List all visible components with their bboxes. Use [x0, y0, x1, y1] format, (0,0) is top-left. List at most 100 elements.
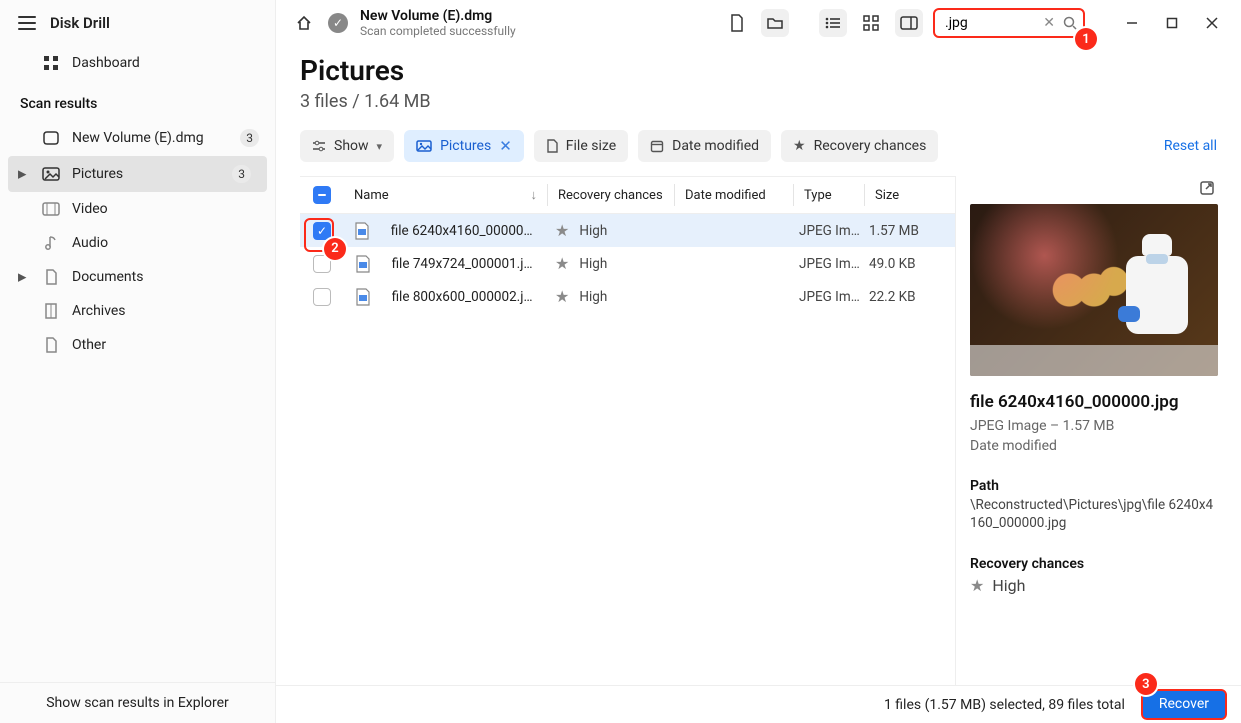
show-in-explorer-button[interactable]: Show scan results in Explorer: [0, 682, 275, 723]
folder-view-icon[interactable]: [761, 9, 789, 37]
chevron-right-icon: ▶: [18, 271, 26, 284]
volume-title: New Volume (E).dmg: [360, 8, 516, 24]
home-icon[interactable]: [290, 9, 318, 37]
status-bar: 1 files (1.57 MB) selected, 89 files tot…: [276, 685, 1241, 723]
filter-bar: Show ▾ Pictures ✕ File size Date modifie…: [300, 130, 1217, 162]
jpeg-file-icon: [354, 288, 372, 306]
file-size: 22.2 KB: [859, 289, 949, 305]
sidebar-item-label: Video: [72, 201, 108, 217]
preview-date-label: Date modified: [970, 438, 1217, 454]
filesize-filter[interactable]: File size: [534, 130, 628, 162]
chip-label: Pictures: [440, 138, 491, 154]
chip-label: File size: [566, 138, 616, 154]
recover-button[interactable]: Recover: [1141, 689, 1227, 720]
document-icon: [42, 269, 60, 285]
file-type: JPEG Im…: [789, 256, 859, 272]
sidebar-item-archives[interactable]: Archives: [0, 294, 275, 328]
recovery-value: High: [579, 223, 607, 239]
list-view-icon[interactable]: [819, 9, 847, 37]
sidebar-item-label: Documents: [72, 269, 143, 285]
clear-search-icon[interactable]: ✕: [1043, 15, 1055, 31]
file-icon: [42, 337, 60, 353]
menu-icon[interactable]: [18, 16, 36, 30]
file-table: Name↓ Recovery chances Date modified Typ…: [300, 176, 955, 723]
film-icon: [42, 202, 60, 216]
sliders-icon: [312, 140, 326, 152]
sidebar: Disk Drill Dashboard Scan results New Vo…: [0, 0, 276, 723]
grid-view-icon[interactable]: [857, 9, 885, 37]
column-size[interactable]: Size: [865, 188, 955, 203]
select-all-checkbox[interactable]: [313, 186, 331, 204]
file-size: 49.0 KB: [859, 256, 949, 272]
file-type: JPEG Im…: [789, 289, 859, 305]
chip-label: Show: [334, 138, 369, 154]
popout-icon[interactable]: [1199, 180, 1215, 196]
star-icon: ★: [555, 287, 569, 306]
sidebar-item-dashboard[interactable]: Dashboard: [0, 46, 275, 80]
page-title: Pictures: [300, 54, 1217, 87]
row-checkbox[interactable]: [313, 288, 331, 306]
column-recovery[interactable]: Recovery chances: [548, 188, 674, 203]
chevron-down-icon: ▾: [377, 140, 383, 153]
sidebar-heading-scan-results: Scan results: [0, 88, 275, 120]
sidebar-item-documents[interactable]: ▶ Documents: [0, 260, 275, 294]
preview-path: \Reconstructed\Pictures\jpg\file 6240x41…: [970, 496, 1217, 532]
drive-icon: [42, 131, 60, 145]
sidebar-item-other[interactable]: Other: [0, 328, 275, 362]
preview-pane-icon[interactable]: [895, 9, 923, 37]
sidebar-item-label: Archives: [72, 303, 126, 319]
image-icon: [42, 167, 60, 181]
preview-rc-value: High: [992, 576, 1025, 595]
show-filter[interactable]: Show ▾: [300, 130, 394, 162]
scan-status-icon: ✓: [328, 13, 348, 33]
row-checkbox[interactable]: ✓: [313, 222, 331, 240]
sidebar-item-label: Other: [72, 337, 106, 353]
callout-2: 2: [324, 238, 346, 260]
recoverychances-filter[interactable]: ★ Recovery chances: [781, 130, 938, 162]
table-row[interactable]: file 749x724_000001.jpg ★High JPEG Im… 4…: [300, 247, 955, 280]
pictures-filter[interactable]: Pictures ✕: [404, 130, 524, 162]
preview-thumbnail: [970, 204, 1218, 376]
file-name: file 749x724_000001.jpg: [392, 256, 535, 272]
recovery-value: High: [579, 256, 607, 272]
datemodified-filter[interactable]: Date modified: [638, 130, 771, 162]
sidebar-item-volume[interactable]: New Volume (E).dmg 3: [0, 120, 275, 156]
image-icon: [416, 140, 432, 152]
sidebar-item-video[interactable]: Video: [0, 192, 275, 226]
minimize-button[interactable]: [1117, 9, 1147, 37]
selection-status: 1 files (1.57 MB) selected, 89 files tot…: [884, 697, 1125, 713]
chip-label: Date modified: [672, 138, 759, 154]
sidebar-badge: 3: [232, 165, 251, 183]
chip-label: Recovery chances: [814, 138, 927, 154]
calendar-icon: [650, 139, 664, 153]
column-date[interactable]: Date modified: [675, 188, 793, 203]
search-icon[interactable]: [1063, 16, 1077, 30]
sidebar-item-audio[interactable]: Audio: [0, 226, 275, 260]
file-name: file 6240x4160_000000....: [391, 223, 535, 239]
chevron-right-icon: ▶: [18, 168, 26, 181]
column-type[interactable]: Type: [794, 188, 864, 203]
reset-all-button[interactable]: Reset all: [1164, 138, 1217, 154]
star-icon: ★: [970, 576, 984, 595]
table-row[interactable]: file 800x600_000002.jpg ★ High JPEG Im… 2…: [300, 280, 955, 313]
sort-arrow-icon: ↓: [531, 187, 538, 203]
archive-icon: [42, 303, 60, 319]
table-row[interactable]: ✓ 2 file 6240x4160_000000.... ★High JPEG…: [300, 214, 955, 247]
sidebar-badge: 3: [240, 129, 259, 147]
star-icon: ★: [793, 138, 806, 154]
star-icon: ★: [555, 221, 569, 240]
maximize-button[interactable]: [1157, 9, 1187, 37]
sidebar-item-label: Dashboard: [72, 55, 140, 71]
recovery-value: High: [579, 289, 607, 305]
sidebar-item-label: New Volume (E).dmg: [72, 130, 204, 146]
sidebar-item-pictures[interactable]: ▶ Pictures 3: [8, 156, 267, 192]
scan-status-text: Scan completed successfully: [360, 24, 516, 38]
close-button[interactable]: [1197, 9, 1227, 37]
file-view-icon[interactable]: [723, 9, 751, 37]
remove-filter-icon[interactable]: ✕: [499, 137, 512, 155]
file-name: file 800x600_000002.jpg: [392, 289, 535, 305]
column-name[interactable]: Name↓: [344, 187, 547, 203]
sidebar-item-label: Audio: [72, 235, 108, 251]
preview-rc-heading: Recovery chances: [970, 556, 1217, 572]
sidebar-item-label: Pictures: [72, 166, 123, 182]
